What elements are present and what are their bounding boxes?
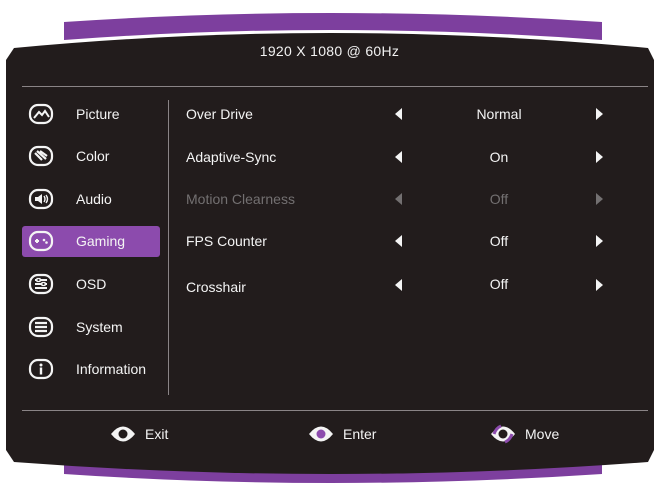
information-icon (28, 358, 54, 380)
bottom-divider (22, 410, 648, 411)
setting-value: Off (489, 191, 509, 207)
system-icon (28, 316, 54, 338)
setting-name: FPS Counter (186, 233, 267, 249)
resolution-title: 1920 X 1080 @ 60Hz (259, 43, 400, 59)
arrow-right-icon[interactable] (594, 107, 606, 121)
setting-adaptive-sync[interactable]: Adaptive-Sync On (0, 145, 659, 169)
arrow-right-icon[interactable] (594, 150, 606, 164)
arrow-left-icon[interactable] (392, 107, 404, 121)
enter-label: Enter (343, 426, 377, 442)
setting-over-drive[interactable]: Over Drive Normal (0, 102, 659, 126)
arrow-left-icon[interactable] (392, 150, 404, 164)
setting-name: Motion Clearness (186, 191, 295, 207)
sidebar-item-information[interactable]: Information (22, 354, 160, 385)
joystick-enter-icon (309, 426, 333, 442)
setting-motion-clearness: Motion Clearness Off (0, 187, 659, 211)
exit-label: Exit (145, 426, 169, 442)
sidebar-item-system[interactable]: System (22, 312, 160, 343)
arrow-right-icon[interactable] (594, 278, 606, 292)
setting-crosshair[interactable]: Crosshair Off (0, 273, 659, 297)
setting-name: Crosshair (186, 279, 246, 295)
sidebar-label-information: Information (76, 361, 147, 377)
arrow-left-icon[interactable] (392, 234, 404, 248)
top-divider (22, 86, 648, 87)
setting-name: Adaptive-Sync (186, 149, 277, 165)
joystick-move-icon (491, 424, 515, 444)
arrow-left-icon[interactable] (392, 278, 404, 292)
move-label: Move (525, 426, 560, 442)
sidebar-label-system: System (76, 319, 123, 335)
arrow-right-icon (596, 193, 603, 205)
setting-value: Off (489, 276, 509, 292)
setting-value: Normal (476, 106, 522, 122)
joystick-exit-icon (111, 426, 135, 442)
arrow-left-icon (395, 193, 402, 205)
arrow-right-icon[interactable] (594, 234, 606, 248)
setting-fps-counter[interactable]: FPS Counter Off (0, 229, 659, 253)
setting-value: On (489, 149, 509, 165)
setting-value: Off (489, 233, 509, 249)
setting-name: Over Drive (186, 106, 253, 122)
